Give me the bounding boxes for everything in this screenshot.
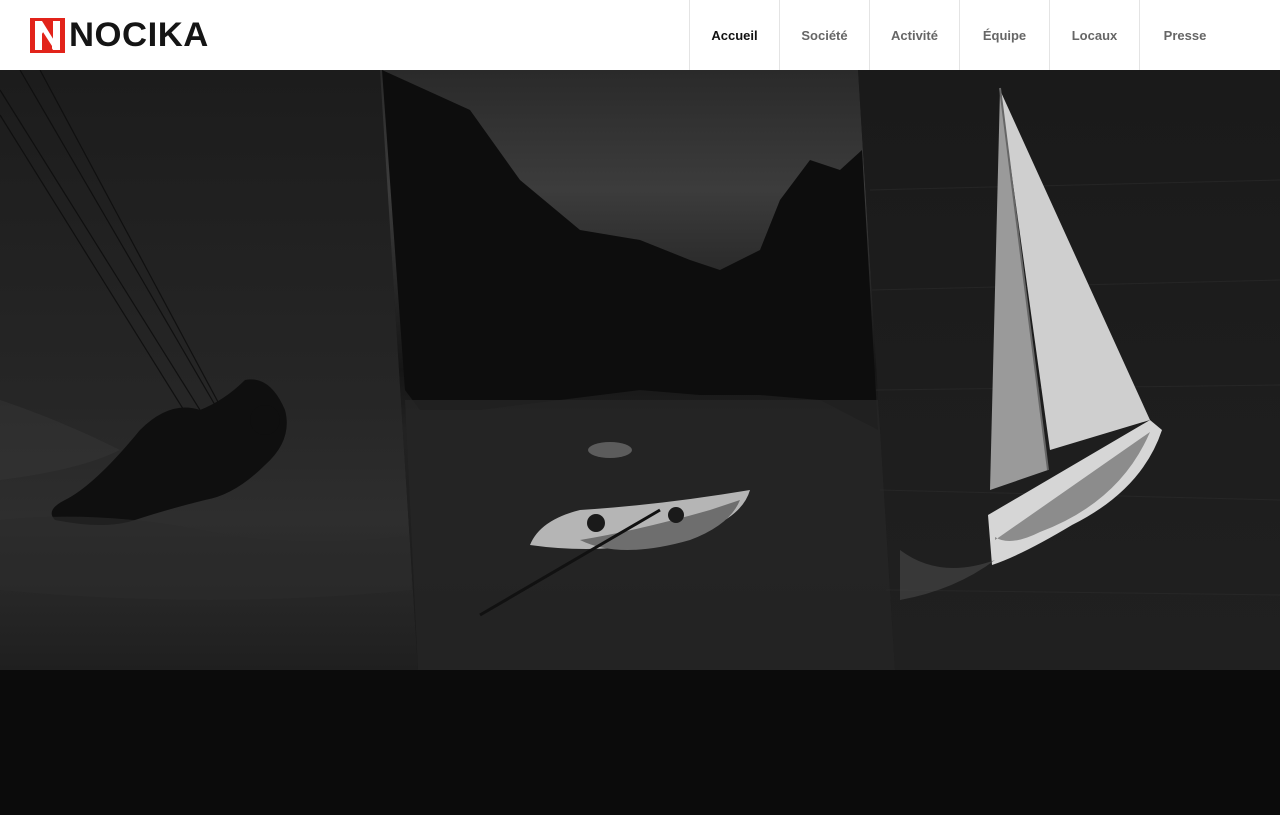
sailboat-photo [858, 70, 1280, 670]
main-navigation: Accueil Société Activité Équipe Locaux P… [689, 0, 1230, 70]
nav-item-equipe[interactable]: Équipe [959, 0, 1049, 70]
site-header: NOCIKA Accueil Société Activité Équipe L… [0, 0, 1280, 70]
nav-item-activite[interactable]: Activité [869, 0, 959, 70]
nav-item-locaux[interactable]: Locaux [1049, 0, 1139, 70]
site-logo[interactable]: NOCIKA [30, 15, 209, 54]
nav-item-accueil[interactable]: Accueil [689, 0, 779, 70]
dark-band [0, 670, 1280, 815]
hero-collage [0, 70, 1280, 670]
kayak-lagoon-photo [380, 70, 895, 670]
nav-item-presse[interactable]: Presse [1139, 0, 1230, 70]
nocika-n-mark-icon [30, 17, 65, 53]
brand-name: NOCIKA [69, 15, 209, 54]
nav-item-societe[interactable]: Société [779, 0, 869, 70]
hero-banner [0, 70, 1280, 670]
kitesurfer-photo [0, 70, 418, 670]
